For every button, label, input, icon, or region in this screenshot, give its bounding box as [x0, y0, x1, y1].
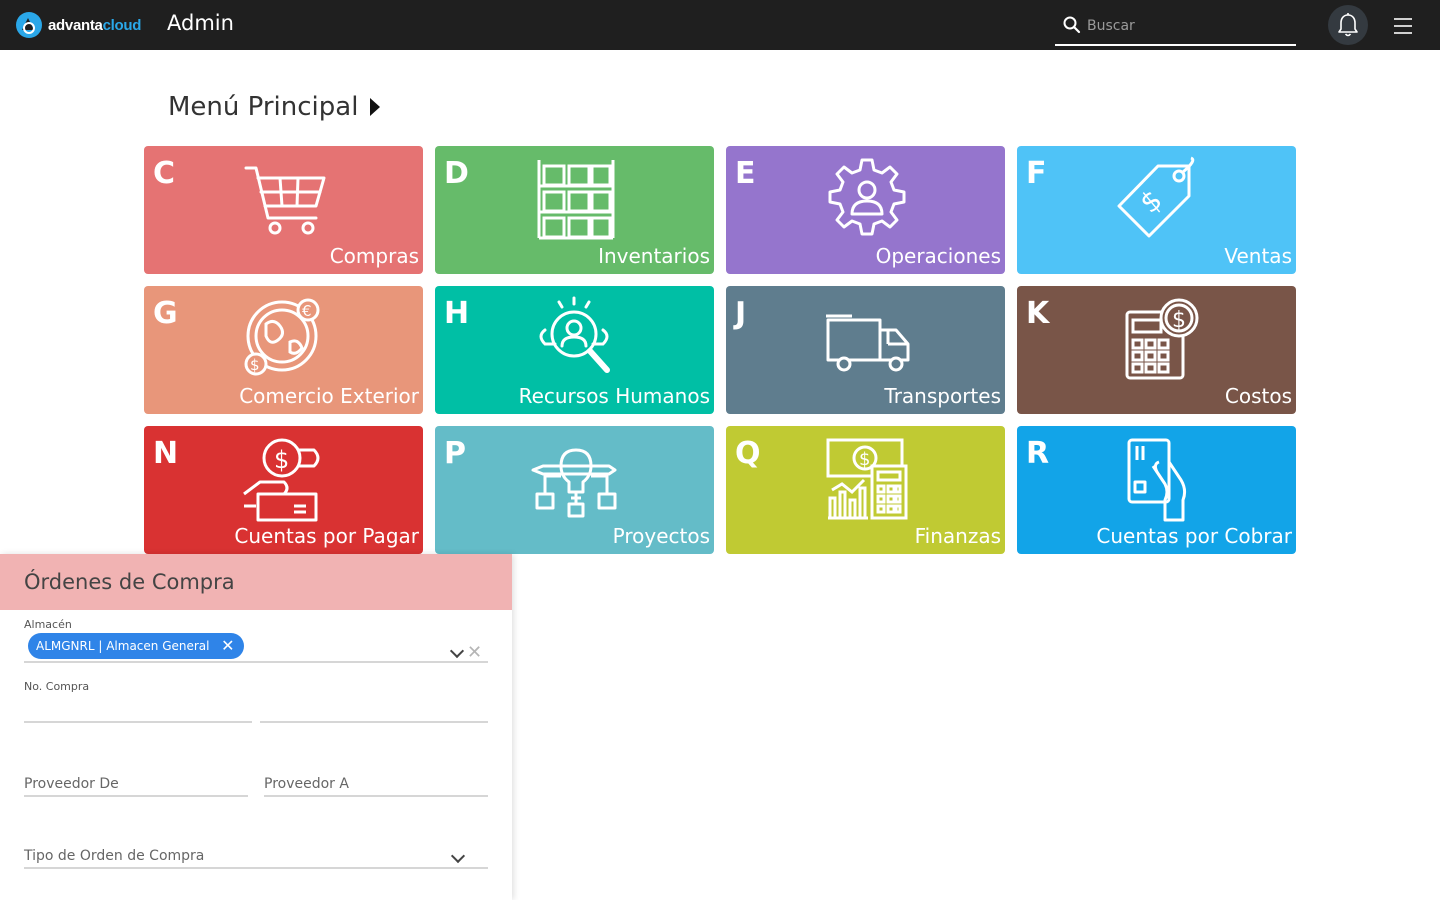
no-compra-label: No. Compra	[24, 680, 90, 693]
search-box[interactable]	[1055, 8, 1296, 46]
tile-ventas[interactable]: F $ Ventas	[1017, 146, 1296, 274]
almacen-label: Almacén	[24, 618, 72, 631]
notifications-button[interactable]	[1328, 5, 1368, 45]
tipo-orden-select[interactable]: Tipo de Orden de Compra	[24, 848, 204, 864]
finance-calculator-icon: $	[826, 438, 908, 520]
tile-label: Operaciones	[875, 244, 1001, 268]
tile-letter: N	[153, 436, 179, 471]
search-input[interactable]	[1087, 14, 1287, 38]
almacen-select[interactable]	[24, 661, 488, 663]
tile-label: Comercio Exterior	[239, 384, 419, 408]
tile-letter: Q	[735, 436, 761, 471]
clear-icon[interactable]: ✕	[467, 642, 482, 663]
svg-text:$: $	[274, 446, 289, 474]
panel-title: Órdenes de Compra	[0, 554, 512, 610]
logo[interactable]: advantacloud	[14, 10, 141, 40]
proveedor-a-input[interactable]: Proveedor A	[264, 776, 349, 792]
tile-label: Costos	[1224, 384, 1292, 408]
globe-currency-icon: € $	[244, 298, 320, 376]
proveedor-a-line	[264, 795, 488, 797]
tile-label: Transportes	[884, 384, 1001, 408]
tile-label: Inventarios	[598, 244, 710, 268]
tile-costos[interactable]: K $ Costos	[1017, 286, 1296, 414]
caret-right-icon	[370, 98, 381, 116]
app-title: Admin	[167, 11, 234, 35]
no-compra-to-input[interactable]	[260, 721, 488, 723]
svg-text:$: $	[859, 449, 870, 470]
no-compra-from-input[interactable]	[24, 721, 252, 723]
tile-letter: H	[444, 296, 470, 331]
calculator-coin-icon: $	[1125, 298, 1199, 380]
svg-text:$: $	[1172, 308, 1186, 333]
tile-finanzas[interactable]: Q $ Finanzas	[726, 426, 1005, 554]
bell-icon	[1338, 13, 1358, 37]
svg-text:$: $	[250, 356, 260, 374]
hamburger-menu-icon[interactable]	[1394, 18, 1414, 34]
tile-letter: C	[153, 156, 176, 191]
tile-comercio-exterior[interactable]: G € $ Comercio Exterior	[144, 286, 423, 414]
chevron-down-icon[interactable]	[450, 848, 466, 864]
tile-proyectos[interactable]: P Proyectos	[435, 426, 714, 554]
tile-letter: E	[735, 156, 756, 191]
proveedor-de-input[interactable]: Proveedor De	[24, 776, 119, 792]
tile-cuentas-por-cobrar[interactable]: R Cuentas por Cobrar	[1017, 426, 1296, 554]
chip-remove-icon[interactable]: ✕	[221, 633, 234, 659]
shopping-cart-icon	[244, 166, 326, 235]
logo-text: advantacloud	[48, 17, 141, 34]
person-search-icon	[539, 296, 610, 373]
tile-label: Cuentas por Cobrar	[1096, 524, 1292, 548]
hand-card-icon	[1127, 438, 1187, 522]
tile-inventarios[interactable]: D Inventarios	[435, 146, 714, 274]
tile-letter: J	[735, 296, 747, 331]
lightbulb-project-icon	[531, 448, 617, 518]
price-tag-icon: $	[1117, 156, 1195, 238]
tile-label: Compras	[329, 244, 419, 268]
tile-letter: P	[444, 436, 466, 471]
tile-label: Ventas	[1224, 244, 1292, 268]
truck-icon	[826, 314, 910, 372]
tile-label: Recursos Humanos	[518, 384, 710, 408]
tile-recursos-humanos[interactable]: H Recursos Humanos	[435, 286, 714, 414]
module-tiles: C Compras D Inventarios E Operaciones F …	[144, 146, 1296, 554]
gear-person-icon	[828, 158, 906, 236]
menu-title[interactable]: Menú Principal	[168, 92, 381, 122]
tile-letter: G	[153, 296, 178, 331]
tile-label: Cuentas por Pagar	[234, 524, 419, 548]
tile-operaciones[interactable]: E Operaciones	[726, 146, 1005, 274]
tile-compras[interactable]: C Compras	[144, 146, 423, 274]
logo-word-b: cloud	[102, 16, 142, 34]
warehouse-boxes-icon	[537, 160, 615, 240]
tile-label: Proyectos	[612, 524, 710, 548]
tile-letter: K	[1026, 296, 1050, 331]
tile-cuentas-por-pagar[interactable]: N $ Cuentas por Pagar	[144, 426, 423, 554]
tile-label: Finanzas	[914, 524, 1001, 548]
menu-title-text: Menú Principal	[168, 92, 359, 122]
svg-text:$: $	[1134, 183, 1169, 220]
chevron-down-icon[interactable]	[449, 643, 465, 659]
tile-letter: R	[1026, 436, 1050, 471]
tipo-orden-line	[24, 867, 488, 869]
svg-text:€: €	[302, 302, 312, 320]
advantacloud-logo-icon	[16, 12, 42, 38]
almacen-chip-text: ALMGNRL | Almacen General	[36, 639, 210, 653]
hand-coin-icon: $	[243, 438, 320, 522]
search-icon	[1063, 16, 1081, 34]
tile-transportes[interactable]: J Transportes	[726, 286, 1005, 414]
tile-letter: F	[1026, 156, 1047, 191]
purchase-orders-panel: Órdenes de Compra Almacén ALMGNRL | Alma…	[0, 554, 512, 900]
almacen-chip[interactable]: ALMGNRL | Almacen General ✕	[28, 633, 244, 659]
logo-word-a: advanta	[48, 16, 103, 34]
tile-letter: D	[444, 156, 469, 191]
proveedor-de-line	[24, 795, 248, 797]
top-bar: advantacloud Admin	[0, 0, 1440, 50]
